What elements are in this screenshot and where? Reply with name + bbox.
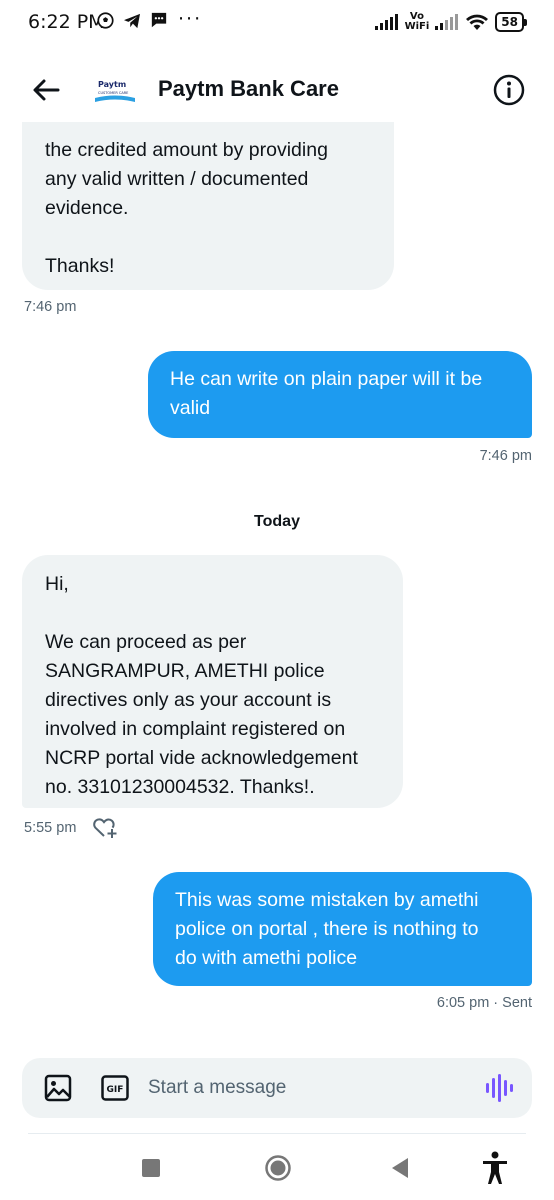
nav-back-icon[interactable] [388,1154,412,1182]
status-system-icons: Vo WiFi 58 [374,12,527,32]
vowifi-label: WiFi [404,21,430,32]
back-arrow-icon[interactable] [28,72,64,108]
chat-icon [151,12,167,28]
composer-divider [28,1133,526,1134]
message-bubble-sent[interactable]: This was some mistaken by amethi police … [153,872,532,986]
message-bubble-received[interactable]: the credited amount by providing any val… [22,122,394,290]
conversation-header: Paytm CUSTOMER CARE Paytm Bank Care [0,58,554,122]
conversation-title[interactable]: Paytm Bank Care [158,76,339,102]
info-icon[interactable] [492,73,526,107]
message-timestamp: 5:55 pm [24,820,77,836]
accessibility-icon[interactable] [480,1150,510,1186]
soccer-ball-icon [97,12,114,29]
wifi-icon [466,14,489,30]
system-navigation-bar [0,1140,554,1200]
date-divider: Today [254,513,300,530]
status-bar: 6:22 PM ··· Vo WiFi 58 [0,0,554,50]
status-more-icon: ··· [178,8,203,30]
recent-apps-icon[interactable] [142,1159,160,1177]
status-notification-icons [97,12,168,29]
message-input[interactable] [148,1068,468,1108]
message-timestamp: 7:46 pm [479,448,532,464]
message-bubble-sent[interactable]: He can write on plain paper will it be v… [148,351,532,438]
vowifi-icon: Vo WiFi [405,12,430,32]
logo-wordmark: Paytm [98,80,126,89]
logo-subtitle: CUSTOMER CARE [98,91,128,95]
signal-icon [374,14,398,30]
message-bubble-received[interactable]: Hi, We can proceed as per SANGRAMPUR, AM… [22,555,403,808]
message-thread[interactable]: the credited amount by providing any val… [0,122,554,1052]
battery-icon: 58 [495,12,527,32]
status-time: 6:22 PM [28,11,105,33]
home-icon[interactable] [264,1154,292,1182]
paytm-logo[interactable]: Paytm CUSTOMER CARE [92,75,138,105]
voice-message-icon[interactable] [485,1074,515,1102]
image-icon[interactable] [44,1074,72,1102]
gif-label: GIF [107,1085,124,1095]
message-timestamp: 7:46 pm [24,299,77,315]
message-composer: GIF [22,1058,532,1118]
message-timestamp: 6:05 pm · Sent [436,995,532,1011]
telegram-icon [124,13,140,28]
gif-icon[interactable]: GIF [101,1075,129,1101]
add-reaction-icon[interactable] [92,815,118,839]
signal-icon-2 [435,14,459,30]
